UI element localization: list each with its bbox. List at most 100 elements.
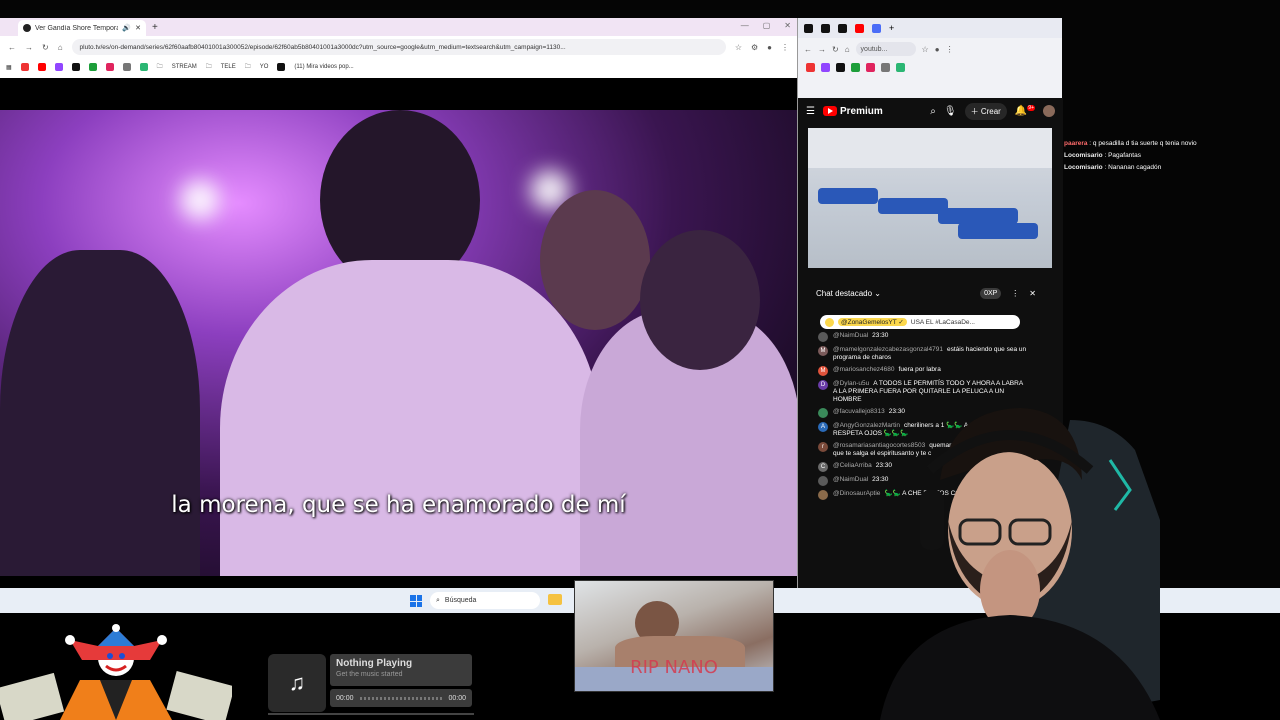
pluto-favicon-icon — [23, 24, 31, 32]
reload-icon[interactable]: ↻ — [42, 43, 49, 52]
chat-username[interactable]: @NaimDual — [833, 332, 868, 339]
bookmark-icon[interactable] — [122, 63, 131, 71]
xp-badge[interactable]: 0XP — [980, 288, 1002, 299]
profile-icon[interactable]: ● — [935, 45, 940, 54]
avatar: r — [818, 442, 828, 452]
bookmark-tiktok[interactable]: (11) Mira videos pop... — [294, 64, 353, 70]
new-tab-icon[interactable]: + — [152, 22, 158, 33]
close-window-icon[interactable]: ✕ — [784, 21, 791, 30]
reload-icon[interactable]: ↻ — [832, 45, 839, 54]
forward-icon[interactable]: → — [818, 45, 826, 54]
tab-icon[interactable] — [872, 23, 881, 33]
time-end: 00:00 — [448, 694, 466, 702]
address-input[interactable]: pluto.tv/es/on-demand/series/62f60aafb80… — [71, 39, 726, 55]
notification-count-badge: 9+ — [1027, 105, 1035, 112]
close-tab-icon[interactable]: ✕ — [135, 24, 141, 32]
bookmark-icon[interactable] — [866, 62, 875, 72]
left-tab-title: Ver Gandía Shore Tempora — [35, 24, 119, 32]
pinned-message[interactable]: @ZonaGemelosYT ✓ USA EL #LaCasaDe... — [820, 315, 1020, 329]
video-letterbox-top — [0, 78, 797, 110]
pinterest-bookmark-icon[interactable] — [105, 63, 114, 71]
windows-start-icon[interactable] — [410, 595, 422, 607]
speaker-icon: 🔊 — [122, 25, 132, 32]
now-playing-subtitle: Get the music started — [336, 671, 403, 678]
file-explorer-icon[interactable] — [548, 594, 562, 605]
right-tab-strip: + — [798, 18, 1062, 38]
twitch-bookmark-icon[interactable] — [821, 62, 830, 72]
close-icon[interactable]: ✕ — [1029, 289, 1036, 298]
bookmark-icon[interactable] — [851, 62, 860, 72]
bookmark-icon[interactable] — [88, 63, 97, 71]
left-url-bar: ← → ↻ ⌂ pluto.tv/es/on-demand/series/62f… — [0, 36, 797, 58]
chat-message[interactable]: M @mamelgonzalezcabezasgonzal4791 estáis h… — [818, 346, 1028, 362]
notifications-bell-icon[interactable]: 🔔9+ — [1015, 105, 1035, 117]
forward-icon[interactable]: → — [25, 43, 33, 52]
now-playing-title: Nothing Playing — [336, 658, 413, 669]
back-icon[interactable]: ← — [8, 43, 16, 52]
apps-icon[interactable]: ▦ — [6, 64, 12, 71]
stream-chat-overlay: paarera : q pesadilla d tia suerte q ten… — [1064, 138, 1280, 174]
bookmark-icon[interactable] — [20, 63, 29, 71]
bookmark-icon[interactable] — [139, 63, 148, 71]
avatar — [818, 490, 828, 500]
folder-icon: 🗀 — [156, 64, 163, 70]
avatar: A — [818, 422, 828, 432]
crowd-left — [0, 250, 200, 576]
menu-icon[interactable]: ⋮ — [781, 43, 789, 52]
address-input[interactable]: youtub... — [855, 42, 916, 56]
chat-message-body: @mamelgonzalezcabezasgonzal4791 estáis ha… — [833, 346, 1028, 362]
profile-icon[interactable]: ● — [767, 43, 772, 52]
bookmark-icon[interactable] — [836, 62, 845, 72]
kick-bookmark-icon[interactable] — [71, 63, 80, 71]
youtube-tab-icon[interactable] — [855, 23, 864, 33]
bookmark-icon[interactable] — [806, 62, 815, 72]
chat-title[interactable]: Chat destacado ⌄ — [816, 289, 980, 298]
new-tab-icon[interactable]: + — [889, 23, 894, 33]
home-icon[interactable]: ⌂ — [845, 45, 850, 54]
left-active-tab[interactable]: Ver Gandía Shore Tempora 🔊 ✕ — [18, 20, 146, 36]
bookmark-icon[interactable] — [896, 62, 905, 72]
overlay-chat-user: Locomisario — [1064, 164, 1103, 171]
hamburger-menu-icon[interactable]: ☰ — [806, 106, 815, 117]
bookmark-folder-stream[interactable]: STREAM — [172, 64, 197, 70]
tiktok-tab-icon[interactable] — [804, 23, 813, 33]
menu-icon[interactable]: ⋮ — [946, 45, 954, 54]
taskbar-search[interactable]: ⌕ Búsqueda — [430, 592, 540, 609]
chat-message[interactable]: @NaimDual 23:30 — [818, 332, 1028, 342]
chat-username[interactable]: @Dylan-u5u — [833, 380, 869, 387]
chat-username[interactable]: @mamelgonzalezcabezasgonzal4791 — [833, 346, 943, 353]
youtube-bookmark-icon[interactable] — [37, 63, 46, 71]
youtube-live-video[interactable] — [808, 128, 1052, 268]
right-bookmarks-bar — [798, 60, 1062, 74]
chat-message[interactable]: M @mariosanchez4680 fuera por labra — [818, 366, 1028, 376]
room-wall — [808, 128, 1052, 168]
tiktok-tab-icon[interactable] — [838, 23, 847, 33]
bookmark-icon[interactable] — [881, 62, 890, 72]
more-options-icon[interactable]: ⋮ — [1011, 289, 1019, 298]
back-icon[interactable]: ← — [804, 45, 812, 54]
minimize-icon[interactable]: — — [741, 21, 749, 30]
chat-header: Chat destacado ⌄ 0XP ⋮ ✕ — [816, 288, 1036, 299]
video-subtitle: la morena, que se ha enamorado de mí — [171, 492, 626, 518]
maximize-icon[interactable]: ▢ — [763, 21, 771, 30]
twitch-bookmark-icon[interactable] — [54, 63, 63, 71]
microphone-icon[interactable]: 🎙 — [944, 106, 957, 117]
overlay-chat-line: Locomisario : Pagafantas — [1064, 152, 1141, 159]
pinned-text: USA EL #LaCasaDe... — [910, 318, 975, 326]
chevron-down-icon: ⌄ — [874, 289, 881, 298]
avatar: M — [818, 346, 828, 356]
chat-username[interactable]: @mariosanchez4680 — [833, 366, 895, 373]
search-icon[interactable]: ⌕ — [930, 106, 936, 117]
create-button[interactable]: ＋ Crear — [964, 102, 1007, 120]
bookmark-star-icon[interactable]: ☆ — [922, 45, 929, 54]
bookmark-folder-tele[interactable]: TELE — [221, 64, 236, 70]
bookmark-folder-yo[interactable]: YO — [260, 64, 269, 70]
youtube-logo[interactable]: Premium — [822, 106, 883, 117]
avatar[interactable] — [1043, 105, 1055, 117]
bookmark-star-icon[interactable]: ☆ — [735, 43, 742, 52]
video-player[interactable]: la morena, que se ha enamorado de mí — [0, 110, 797, 576]
tiktok-tab-icon[interactable] — [821, 23, 830, 33]
home-icon[interactable]: ⌂ — [58, 43, 63, 52]
extensions-icon[interactable]: ⚙ — [751, 43, 758, 52]
folder-icon: 🗀 — [205, 64, 212, 70]
